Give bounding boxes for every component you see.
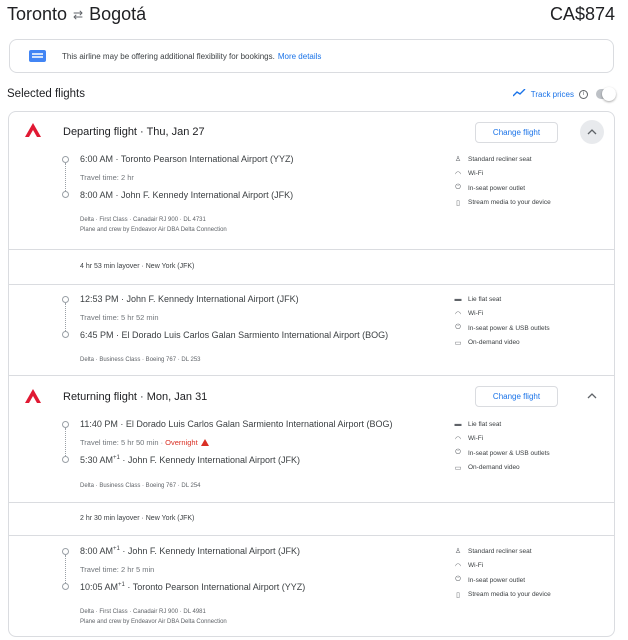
phone-stream-icon: ▯ <box>456 199 460 207</box>
seat-icon: ♙ <box>454 548 462 556</box>
amenity-item: ⏻ In-seat power outlet <box>453 181 551 196</box>
amenity-item: ⏻ In-seat power outlet <box>453 573 551 588</box>
arrival-stop: 6:45 PM · El Dorado Luis Carlos Galan Sa… <box>80 330 389 340</box>
arrival-stop: 5:30 AM+1 · John F. Kennedy Internationa… <box>80 455 300 465</box>
timeline-line <box>65 428 66 456</box>
departure-stop: 11:40 PM · El Dorado Luis Carlos Galan S… <box>80 419 393 429</box>
timeline-line <box>65 555 66 583</box>
power-plug-icon: ⏻ <box>455 184 461 192</box>
amenity-item: ▬ Lie flat seat <box>454 295 502 303</box>
amenity-item: ▯ Stream media to your device <box>453 588 551 603</box>
travel-time: Travel time: 2 hr <box>80 173 134 182</box>
timeline-dot <box>62 583 69 590</box>
change-departing-flight-button[interactable]: Change flight <box>475 122 558 143</box>
wifi-icon: ◠ <box>454 562 462 570</box>
collapse-departing-button[interactable] <box>580 120 604 144</box>
trip-header: Toronto ⇄ Bogotá CA$874 <box>7 4 615 28</box>
layover-text: 4 hr 53 min layover · New York (JFK) <box>80 263 195 270</box>
delta-logo-icon <box>23 123 43 137</box>
selected-flights-title: Selected flights <box>7 88 85 100</box>
amenity-item: ◠ Wi-Fi <box>454 310 484 318</box>
seat-icon: ♙ <box>454 156 462 164</box>
route: Toronto ⇄ Bogotá <box>7 4 146 25</box>
departure-stop: 6:00 AM · Toronto Pearson International … <box>80 154 294 164</box>
timeline-dot <box>62 548 69 555</box>
notice-text: This airline may be offering additional … <box>62 51 275 61</box>
timeline-dot <box>62 296 69 303</box>
amenity-item: ▭ On-demand video <box>454 339 520 347</box>
flat-seat-icon: ▬ <box>454 295 462 303</box>
timeline-line <box>65 303 66 331</box>
destination-city: Bogotá <box>89 4 147 24</box>
trending-icon <box>512 88 526 100</box>
delta-logo-icon <box>23 389 43 403</box>
track-prices-toggle[interactable] <box>596 87 616 101</box>
phone-stream-icon: ▯ <box>456 591 460 599</box>
timeline-dot <box>62 156 69 163</box>
flexibility-notice: This airline may be offering additional … <box>9 39 614 73</box>
flat-seat-icon: ▬ <box>454 420 462 428</box>
amenities-list: ♙ Standard recliner seat ◠ Wi-Fi ⏻ In-seat … <box>453 152 551 210</box>
chevron-up-icon <box>587 391 597 402</box>
flight-details: Delta · First Class · Canadair RJ 900 · … <box>80 217 227 233</box>
amenity-item: ♙ Standard recliner seat <box>454 547 532 556</box>
overnight-label: Overnight <box>165 438 198 447</box>
change-returning-flight-button[interactable]: Change flight <box>475 386 558 407</box>
flight-details: Delta · First Class · Canadair RJ 900 · … <box>80 609 227 625</box>
amenity-item: ▯ Stream media to your device <box>453 196 551 211</box>
travel-time: Travel time: 5 hr 50 min · Overnight <box>80 438 209 447</box>
power-plug-icon: ⏻ <box>455 449 461 457</box>
power-plug-icon: ⏻ <box>455 576 461 584</box>
arrival-stop: 10:05 AM+1 · Toronto Pearson Internation… <box>80 582 306 592</box>
amenity-item: ▭ On-demand video <box>454 464 520 472</box>
swap-arrows-icon: ⇄ <box>73 7 84 22</box>
chevron-up-icon <box>587 127 597 138</box>
collapse-returning-button[interactable] <box>580 384 604 408</box>
amenity-item: ◠ Wi-Fi <box>454 435 484 443</box>
arrival-stop: 8:00 AM · John F. Kennedy International … <box>80 190 294 200</box>
video-icon: ▭ <box>454 464 462 472</box>
timeline-dot <box>62 421 69 428</box>
travel-time: Travel time: 5 hr 52 min <box>80 313 159 322</box>
video-icon: ▭ <box>454 339 462 347</box>
amenities-list: ♙ Standard recliner seat ◠ Wi-Fi ⏻ In-seat … <box>453 544 551 602</box>
amenity-item: ◠ Wi-Fi <box>454 170 484 178</box>
returning-flight-title: Returning flight · Mon, Jan 31 <box>63 391 208 403</box>
power-plug-icon: ⏻ <box>455 324 461 332</box>
timeline-line <box>65 163 66 191</box>
flight-details: Delta · Business Class · Boeing 767 · DL… <box>80 483 201 489</box>
timeline-dot <box>62 331 69 338</box>
departing-flight-card: Departing flight · Thu, Jan 27 Change fl… <box>8 111 615 375</box>
ticket-icon <box>29 50 46 62</box>
layover-row: 4 hr 53 min layover · New York (JFK) <box>9 249 614 285</box>
wifi-icon: ◠ <box>454 435 462 443</box>
more-details-link[interactable]: More details <box>278 52 322 61</box>
departure-stop: 8:00 AM+1 · John F. Kennedy Internationa… <box>80 546 300 556</box>
amenities-list: ▬ Lie flat seat ◠ Wi-Fi ⏻ In-seat power & U… <box>453 292 550 350</box>
amenity-item: ▬ Lie flat seat <box>454 420 502 428</box>
timeline-dot <box>62 191 69 198</box>
departing-flight-title: Departing flight · Thu, Jan 27 <box>63 126 205 138</box>
track-prices[interactable]: Track prices i <box>512 87 616 101</box>
departure-stop: 12:53 PM · John F. Kennedy International… <box>80 294 299 304</box>
travel-time: Travel time: 2 hr 5 min <box>80 565 155 574</box>
wifi-icon: ◠ <box>454 310 462 318</box>
amenity-item: ♙ Standard recliner seat <box>454 155 532 164</box>
origin-city: Toronto <box>7 4 68 24</box>
timeline-dot <box>62 456 69 463</box>
track-prices-label: Track prices <box>530 89 574 99</box>
amenity-item: ⏻ In-seat power & USB outlets <box>453 321 549 336</box>
amenity-item: ⏻ In-seat power & USB outlets <box>453 446 549 461</box>
amenity-item: ◠ Wi-Fi <box>454 562 484 570</box>
wifi-icon: ◠ <box>454 170 462 178</box>
layover-row: 2 hr 30 min layover · New York (JFK) <box>9 502 614 536</box>
returning-flight-card: Returning flight · Mon, Jan 31 Change fl… <box>8 375 615 637</box>
layover-text: 2 hr 30 min layover · New York (JFK) <box>80 515 195 522</box>
warning-icon <box>200 439 209 446</box>
info-icon[interactable]: i <box>579 89 588 99</box>
amenities-list: ▬ Lie flat seat ◠ Wi-Fi ⏻ In-seat power & U… <box>453 417 550 475</box>
total-price: CA$874 <box>549 4 615 24</box>
flight-details: Delta · Business Class · Boeing 767 · DL… <box>80 357 201 363</box>
